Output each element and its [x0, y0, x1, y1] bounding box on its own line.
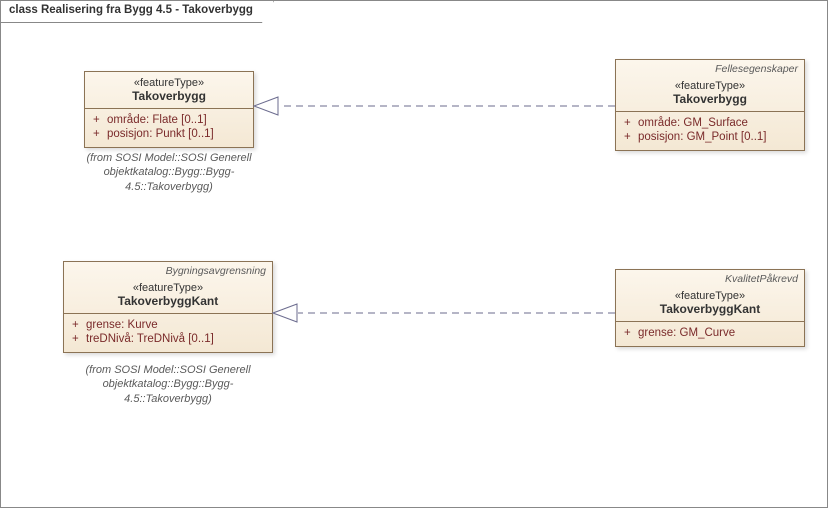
stereotype: «featureType» [93, 77, 245, 89]
class-head: «featureType» Takoverbygg [616, 75, 804, 112]
attribute: +grense: Kurve [72, 318, 264, 332]
realization-arrowhead-2 [273, 304, 297, 322]
frame-title-text: class Realisering fra Bygg 4.5 - Takover… [9, 4, 253, 16]
class-takoverbyggkant-target: KvalitetPåkrevd «featureType» Takoverbyg… [615, 269, 805, 347]
class-name: Takoverbygg [93, 89, 245, 103]
class-name: Takoverbygg [624, 92, 796, 106]
attribute: +grense: GM_Curve [624, 326, 796, 340]
class-takoverbygg-source: «featureType» Takoverbygg +område: Flate… [84, 71, 254, 148]
class-head: «featureType» TakoverbyggKant [64, 277, 272, 314]
attribute: +posisjon: GM_Point [0..1] [624, 130, 796, 144]
class-head: «featureType» TakoverbyggKant [616, 285, 804, 322]
parent-stereotype: Fellesegenskaper [616, 60, 804, 75]
class-takoverbygg-target: Fellesegenskaper «featureType» Takoverby… [615, 59, 805, 151]
stereotype: «featureType» [624, 80, 796, 92]
class-caption: (from SOSI Model::SOSI Generell objektka… [76, 151, 262, 194]
class-takoverbyggkant-source: Bygningsavgrensning «featureType» Takove… [63, 261, 273, 353]
attribute: +treDNivå: TreDNivå [0..1] [72, 332, 264, 346]
attribute: +område: GM_Surface [624, 116, 796, 130]
parent-stereotype: KvalitetPåkrevd [616, 270, 804, 285]
attributes: +område: GM_Surface +posisjon: GM_Point … [616, 112, 804, 150]
class-name: TakoverbyggKant [72, 294, 264, 308]
attributes: +grense: GM_Curve [616, 322, 804, 346]
class-head: «featureType» Takoverbygg [85, 72, 253, 109]
attribute: +område: Flate [0..1] [93, 113, 245, 127]
class-caption: (from SOSI Model::SOSI Generell objektka… [63, 363, 273, 406]
attribute: +posisjon: Punkt [0..1] [93, 127, 245, 141]
attributes: +grense: Kurve +treDNivå: TreDNivå [0..1… [64, 314, 272, 352]
stereotype: «featureType» [624, 290, 796, 302]
class-name: TakoverbyggKant [624, 302, 796, 316]
stereotype: «featureType» [72, 282, 264, 294]
diagram-frame: class Realisering fra Bygg 4.5 - Takover… [0, 0, 828, 508]
frame-title: class Realisering fra Bygg 4.5 - Takover… [1, 1, 274, 23]
attributes: +område: Flate [0..1] +posisjon: Punkt [… [85, 109, 253, 147]
realization-arrowhead-1 [254, 97, 278, 115]
parent-stereotype: Bygningsavgrensning [64, 262, 272, 277]
